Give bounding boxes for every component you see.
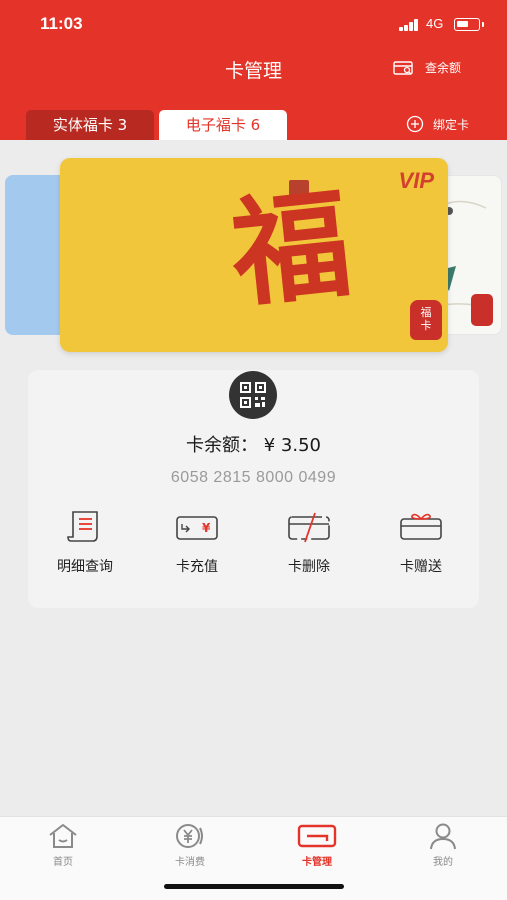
card-balance: 卡余额： ¥ 3.50 xyxy=(186,435,321,456)
nav-card-manage-label: 卡管理 xyxy=(302,857,332,868)
tab-physical-cards[interactable]: 实体福卡 3 xyxy=(26,110,154,140)
user-icon xyxy=(430,823,456,850)
nav-home-label: 首页 xyxy=(53,857,73,868)
battery-icon xyxy=(454,18,484,31)
seal-char-2: 卡 xyxy=(420,319,432,332)
fuka-seal: 福 卡 xyxy=(410,300,442,340)
card-icon xyxy=(297,824,337,848)
vip-label: VIP xyxy=(398,168,434,193)
nav-home[interactable]: 首页 xyxy=(18,822,108,868)
card-number: 6058 2815 8000 0499 xyxy=(170,469,337,486)
status-time: 11:03 xyxy=(40,14,83,33)
details-query-button[interactable]: 明细查询 xyxy=(30,510,140,576)
nav-card-manage[interactable]: 卡管理 xyxy=(272,822,362,868)
nav-card-consume[interactable]: 卡消费 xyxy=(145,822,235,868)
card-delete-icon xyxy=(288,512,330,543)
network-label: 4G xyxy=(426,16,444,31)
card-gift-icon xyxy=(400,513,442,540)
check-balance-label: 查余额 xyxy=(425,61,462,75)
receipt-icon xyxy=(67,511,98,542)
bind-card-label: 绑定卡 xyxy=(433,117,470,132)
nav-card-consume-label: 卡消费 xyxy=(175,857,205,868)
card-search-icon xyxy=(393,60,413,75)
card-recharge-icon: ¥ xyxy=(176,516,218,540)
check-balance-button[interactable]: 查余额 xyxy=(393,59,461,76)
home-indicator xyxy=(164,884,344,889)
card-delete-button[interactable]: 卡删除 xyxy=(254,510,364,576)
plus-circle-icon xyxy=(406,115,424,133)
fu-calligraphy: 福 xyxy=(225,173,357,324)
home-icon xyxy=(49,824,77,848)
bind-card-button[interactable]: 绑定卡 xyxy=(406,115,469,133)
details-query-label: 明细查询 xyxy=(57,559,113,575)
card-info-panel: 卡余额： ¥ 3.50 6058 2815 8000 0499 明细查询 ¥ 卡… xyxy=(28,370,479,608)
tab-electronic-cards[interactable]: 电子福卡 6 xyxy=(159,110,287,140)
yen-coin-icon xyxy=(176,824,203,848)
nav-profile[interactable]: 我的 xyxy=(398,822,488,868)
signal-icon xyxy=(399,19,421,31)
card-gift-label: 卡赠送 xyxy=(400,559,442,575)
card-recharge-label: 卡充值 xyxy=(176,559,218,575)
header-bar: 11:03 4G 卡管理 查余额 实体福卡 3 电子福卡 6 绑定卡 xyxy=(0,0,507,140)
card-gift-button[interactable]: 卡赠送 xyxy=(366,510,476,576)
card-delete-label: 卡删除 xyxy=(288,559,330,575)
status-bar: 11:03 4G xyxy=(0,0,507,46)
selected-card[interactable]: VIP 福 福 卡 xyxy=(60,158,448,352)
nav-profile-label: 我的 xyxy=(433,857,453,868)
svg-text:¥: ¥ xyxy=(202,521,211,535)
card-recharge-button[interactable]: ¥ 卡充值 xyxy=(142,510,252,576)
qr-code-icon xyxy=(240,382,266,408)
qr-code-button[interactable] xyxy=(229,371,277,419)
